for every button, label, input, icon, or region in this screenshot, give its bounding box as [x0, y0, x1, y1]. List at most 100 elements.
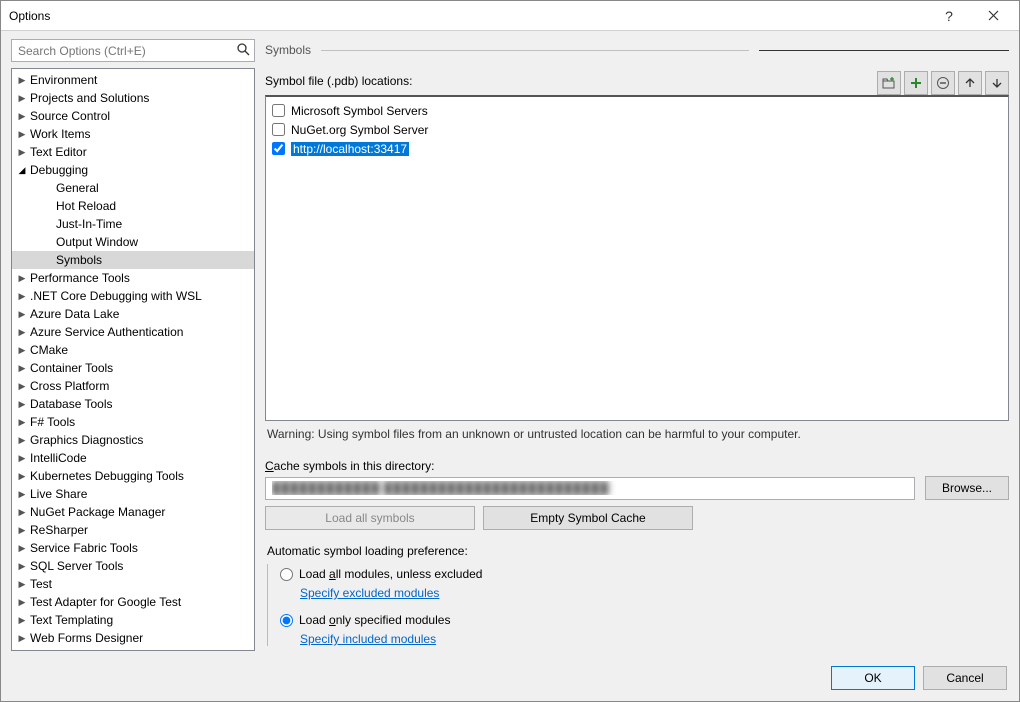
- radio-load-only[interactable]: Load only specified modules: [278, 610, 1009, 630]
- tree-node-label: Just-In-Time: [54, 217, 122, 231]
- section-header: Symbols: [265, 39, 1009, 61]
- minus-circle-icon: [936, 76, 950, 90]
- locations-row: Symbol file (.pdb) locations:: [265, 71, 1009, 95]
- tree-node[interactable]: ▶CMake: [12, 341, 254, 359]
- tree-node[interactable]: ▶Kubernetes Debugging Tools: [12, 467, 254, 485]
- tree-node[interactable]: ▶Live Share: [12, 485, 254, 503]
- tree-node-label: Cross Platform: [28, 379, 109, 393]
- tree-node-label: Symbols: [54, 253, 102, 267]
- expand-arrow-icon: ▶: [16, 525, 28, 536]
- tree-node[interactable]: ▶Test: [12, 575, 254, 593]
- specify-excluded-link[interactable]: Specify excluded modules: [300, 586, 439, 600]
- tree-node[interactable]: ▶Work Items: [12, 125, 254, 143]
- search-wrap: [11, 39, 255, 62]
- tree-node[interactable]: ▶.NET Core Debugging with WSL: [12, 287, 254, 305]
- tree-node[interactable]: ▶Projects and Solutions: [12, 89, 254, 107]
- expand-arrow-icon: ◢: [16, 165, 28, 176]
- ok-button[interactable]: OK: [831, 666, 915, 690]
- tree-node-label: Work Items: [28, 127, 90, 141]
- tree-node[interactable]: Output Window: [12, 233, 254, 251]
- expand-arrow-icon: ▶: [16, 597, 28, 608]
- tree-node[interactable]: ▶ReSharper: [12, 521, 254, 539]
- tree-node[interactable]: ▶Performance Tools: [12, 269, 254, 287]
- load-all-symbols-button[interactable]: Load all symbols: [265, 506, 475, 530]
- empty-symbol-cache-button[interactable]: Empty Symbol Cache: [483, 506, 693, 530]
- tree-node[interactable]: ◢Debugging: [12, 161, 254, 179]
- specify-included-link[interactable]: Specify included modules: [300, 632, 436, 646]
- tree-node[interactable]: Hot Reload: [12, 197, 254, 215]
- tree-node-label: Live Share: [28, 487, 87, 501]
- cache-directory-input[interactable]: [265, 477, 915, 500]
- tree-node-label: Kubernetes Debugging Tools: [28, 469, 184, 483]
- tree-node-label: SQL Server Tools: [28, 559, 123, 573]
- help-button[interactable]: ?: [927, 2, 971, 30]
- symbol-location-item[interactable]: http://localhost:33417: [270, 139, 1004, 158]
- add-button[interactable]: [904, 71, 928, 95]
- tree-node-label: ReSharper: [28, 523, 88, 537]
- radio-load-all[interactable]: Load all modules, unless excluded: [278, 564, 1009, 584]
- symbol-location-checkbox[interactable]: [272, 104, 285, 117]
- tree-node[interactable]: ▶F# Tools: [12, 413, 254, 431]
- symbol-locations-list[interactable]: Microsoft Symbol ServersNuGet.org Symbol…: [265, 95, 1009, 421]
- cancel-button[interactable]: Cancel: [923, 666, 1007, 690]
- expand-arrow-icon: ▶: [16, 309, 28, 320]
- dialog-footer: OK Cancel: [1, 655, 1019, 701]
- browse-button[interactable]: Browse...: [925, 476, 1009, 500]
- symbol-location-item[interactable]: NuGet.org Symbol Server: [270, 120, 1004, 139]
- tree-node[interactable]: ▶Cross Platform: [12, 377, 254, 395]
- tree-node-label: Service Fabric Tools: [28, 541, 138, 555]
- expand-arrow-icon: ▶: [16, 633, 28, 644]
- tree-node[interactable]: ▶Container Tools: [12, 359, 254, 377]
- arrow-up-icon: [964, 77, 976, 89]
- options-dialog: Options ? ▶Environment▶Projects and Solu…: [0, 0, 1020, 702]
- tree-node[interactable]: ▶Service Fabric Tools: [12, 539, 254, 557]
- expand-arrow-icon: ▶: [16, 75, 28, 86]
- search-icon: [237, 43, 250, 59]
- tree-node-label: Graphics Diagnostics: [28, 433, 143, 447]
- tree-node[interactable]: ▶Web Forms Designer: [12, 629, 254, 647]
- symbol-location-item[interactable]: Microsoft Symbol Servers: [270, 101, 1004, 120]
- expand-arrow-icon: ▶: [16, 399, 28, 410]
- tree-node[interactable]: Symbols: [12, 251, 254, 269]
- arrow-down-icon: [991, 77, 1003, 89]
- move-down-button[interactable]: [985, 71, 1009, 95]
- tree-node[interactable]: ▶Azure Service Authentication: [12, 323, 254, 341]
- locations-toolbar: [877, 71, 1009, 95]
- options-tree[interactable]: ▶Environment▶Projects and Solutions▶Sour…: [11, 68, 255, 651]
- titlebar: Options ?: [1, 1, 1019, 31]
- tree-node[interactable]: Just-In-Time: [12, 215, 254, 233]
- tree-node[interactable]: ▶Environment: [12, 71, 254, 89]
- tree-node[interactable]: ▶Text Templating: [12, 611, 254, 629]
- tree-node-label: General: [54, 181, 99, 195]
- plus-icon: [909, 76, 923, 90]
- tree-node-label: Database Tools: [28, 397, 113, 411]
- tree-node[interactable]: ▶Graphics Diagnostics: [12, 431, 254, 449]
- expand-arrow-icon: ▶: [16, 327, 28, 338]
- tree-node[interactable]: ▶Database Tools: [12, 395, 254, 413]
- tree-node[interactable]: ▶SQL Server Tools: [12, 557, 254, 575]
- tree-node-label: Test: [28, 577, 52, 591]
- tree-node-label: Azure Data Lake: [28, 307, 119, 321]
- tree-node[interactable]: ▶Azure Data Lake: [12, 305, 254, 323]
- new-folder-button[interactable]: [877, 71, 901, 95]
- symbol-location-checkbox[interactable]: [272, 123, 285, 136]
- tree-node-label: F# Tools: [28, 415, 75, 429]
- close-button[interactable]: [971, 2, 1015, 30]
- tree-node[interactable]: ▶IntelliCode: [12, 449, 254, 467]
- symbol-location-checkbox[interactable]: [272, 142, 285, 155]
- symbols-pane: Symbol file (.pdb) locations:: [265, 71, 1009, 651]
- tree-node-label: Test Adapter for Google Test: [28, 595, 181, 609]
- warning-text: Warning: Using symbol files from an unkn…: [265, 421, 1009, 445]
- tree-node[interactable]: General: [12, 179, 254, 197]
- tree-node[interactable]: ▶NuGet Package Manager: [12, 503, 254, 521]
- symbol-location-label: http://localhost:33417: [291, 142, 409, 156]
- search-input[interactable]: [11, 39, 255, 62]
- expand-arrow-icon: ▶: [16, 471, 28, 482]
- move-up-button[interactable]: [958, 71, 982, 95]
- remove-button[interactable]: [931, 71, 955, 95]
- tree-node[interactable]: ▶Text Editor: [12, 143, 254, 161]
- tree-node[interactable]: ▶Test Adapter for Google Test: [12, 593, 254, 611]
- expand-arrow-icon: ▶: [16, 273, 28, 284]
- tree-node[interactable]: ▶Source Control: [12, 107, 254, 125]
- locations-label: Symbol file (.pdb) locations:: [265, 74, 412, 88]
